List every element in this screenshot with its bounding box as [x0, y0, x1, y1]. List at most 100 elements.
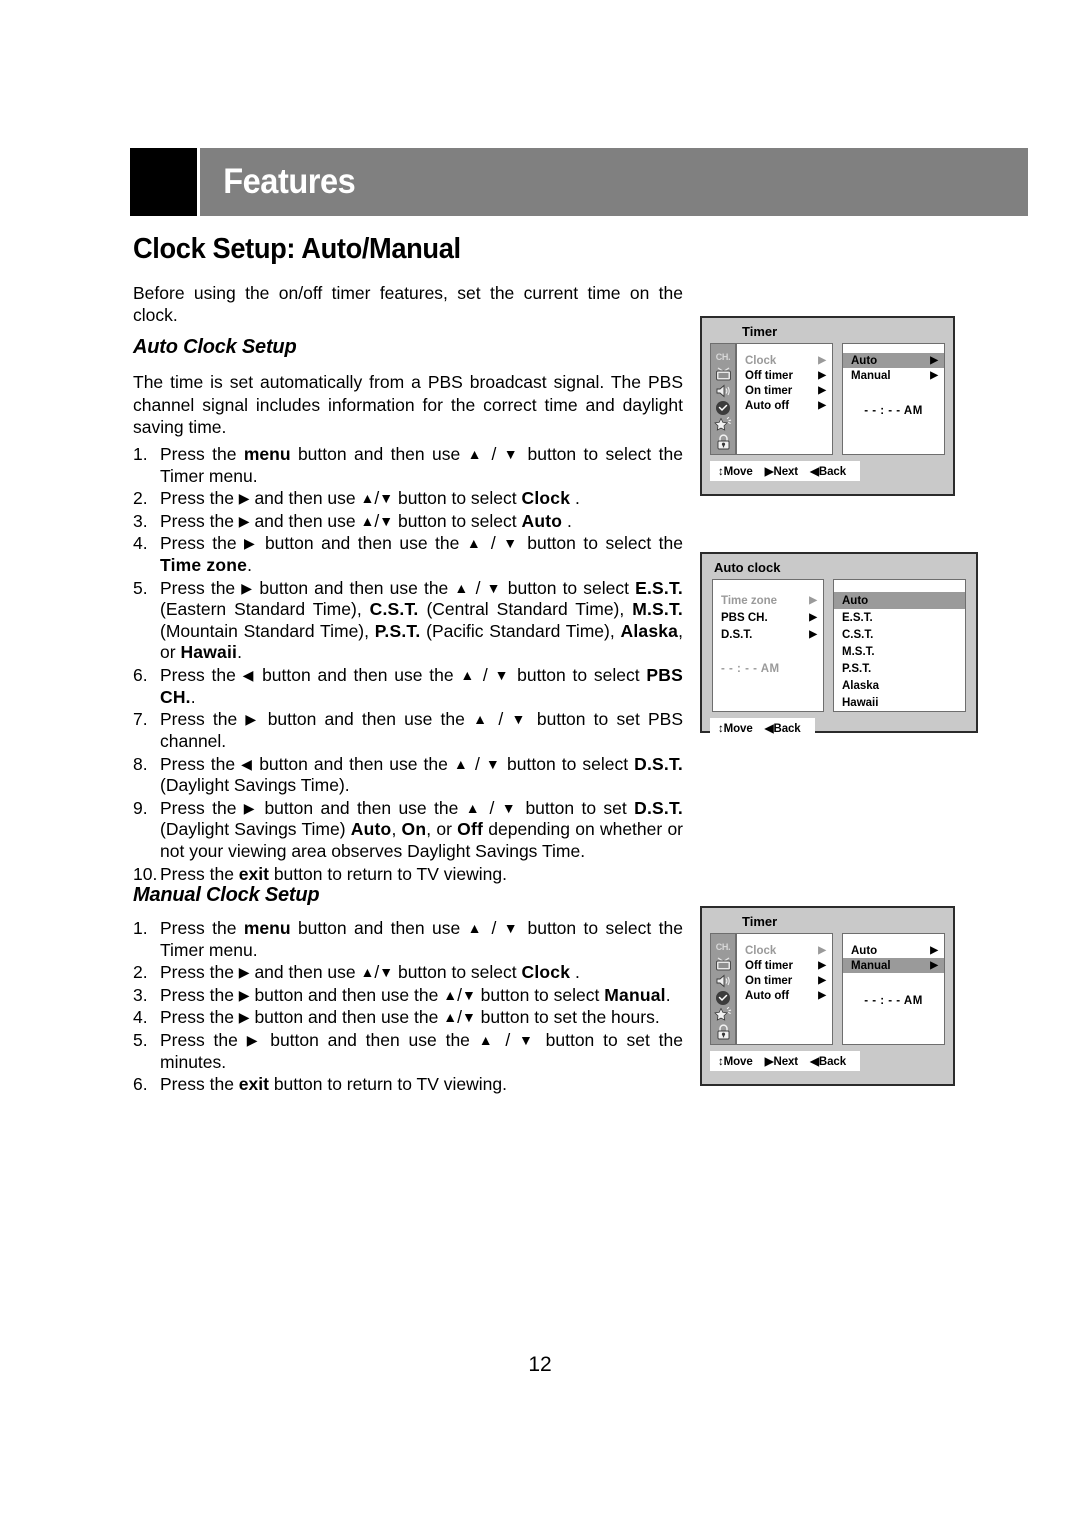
step-text: Press the ◀ button and then use the ▲ / … — [160, 753, 683, 796]
list-item: 10. Press the exit button to return to T… — [133, 864, 683, 886]
osd-menu-item-on-timer[interactable]: On timer ▶ — [737, 383, 832, 398]
osd-time-value: - - : - - AM — [721, 663, 780, 675]
list-item: 8. Press the ◀ button and then use the ▲… — [133, 754, 683, 797]
list-item: 4. Press the ▶ button and then use the ▲… — [133, 533, 683, 576]
osd-option-hawaii[interactable]: Hawaii — [834, 694, 965, 711]
step-number: 3. — [133, 510, 148, 531]
label: Off timer — [745, 369, 793, 382]
tv-icon[interactable] — [714, 955, 733, 972]
osd-option-auto[interactable]: Auto ▶ — [843, 943, 944, 958]
list-item: 2. Press the ▶ and then use ▲/▼ button t… — [133, 488, 683, 510]
clock-icon[interactable] — [714, 989, 733, 1006]
osd-title: Timer — [742, 914, 778, 929]
chevron-right-icon: ▶ — [930, 369, 938, 381]
chevron-right-icon: ▶ — [818, 354, 826, 366]
hint-move: ↕Move — [718, 466, 753, 478]
step-text: Press the exit button to return to TV vi… — [160, 1074, 507, 1095]
speaker-icon[interactable] — [714, 972, 733, 989]
intro-paragraph: Before using the on/off timer features, … — [133, 283, 683, 326]
osd-option-est[interactable]: E.S.T. — [834, 609, 965, 626]
list-item: 3. Press the ▶ button and then use the ▲… — [133, 985, 683, 1007]
tv-icon[interactable] — [714, 365, 733, 382]
list-item: 1. Press the menu button and then use ▲ … — [133, 918, 683, 961]
osd-right-panel: Auto ▶ Manual ▶ - - : - - AM — [842, 933, 945, 1045]
manual-clock-setup-steps: 1. Press the menu button and then use ▲ … — [133, 918, 683, 1097]
label: Clock — [745, 944, 777, 957]
list-item: 5. Press the ▶ button and then use the ▲… — [133, 1030, 683, 1073]
osd-footer-hints: ↕Move ◀Back — [710, 718, 815, 738]
osd-menu-item-auto-off[interactable]: Auto off ▶ — [737, 988, 832, 1003]
ch-icon[interactable]: CH. — [714, 938, 733, 955]
step-number: 4. — [133, 533, 148, 554]
step-text: Press the ◀ button and then use the ▲ / … — [160, 665, 683, 707]
auto-clock-setup-steps: 1. Press the menu button and then use ▲ … — [133, 444, 683, 886]
chevron-right-icon: ▶ — [818, 989, 826, 1001]
step-text: Press the menu button and then use ▲ / ▼… — [160, 444, 683, 486]
step-text: Press the ▶ button and then use the ▲ / … — [160, 533, 683, 576]
osd-menu-item-time-zone[interactable]: Time zone ▶ — [713, 592, 823, 609]
hint-back: ◀Back — [810, 1056, 846, 1068]
clock-icon[interactable] — [714, 399, 733, 416]
step-number: 2. — [133, 488, 148, 509]
label: P.S.T. — [842, 662, 872, 675]
header-black-block — [130, 148, 197, 216]
osd-auto-clock: Auto clock Time zone ▶ PBS CH. ▶ D.S.T. … — [700, 552, 978, 738]
osd-menu-item-off-timer[interactable]: Off timer ▶ — [737, 368, 832, 383]
list-item: 6. Press the ◀ button and then use the ▲… — [133, 665, 683, 708]
osd-left-panel: Clock ▶ Off timer ▶ On timer ▶ Auto off … — [736, 933, 833, 1045]
osd-title: Auto clock — [714, 560, 781, 575]
label: Hawaii — [842, 696, 879, 709]
star-icon[interactable] — [714, 1006, 733, 1023]
osd-option-auto[interactable]: Auto ▶ — [843, 353, 944, 368]
label: M.S.T. — [842, 645, 875, 658]
osd-menu-item-clock[interactable]: Clock ▶ — [737, 943, 832, 958]
step-text: Press the menu button and then use ▲ / ▼… — [160, 918, 683, 960]
step-text: Press the ▶ button and then use the ▲/▼ … — [160, 1007, 660, 1028]
step-number: 6. — [133, 1074, 148, 1095]
ch-icon[interactable]: CH. — [714, 348, 733, 365]
osd-left-panel: Time zone ▶ PBS CH. ▶ D.S.T. ▶ - - : - -… — [712, 579, 824, 712]
osd-menu-item-clock[interactable]: Clock ▶ — [737, 353, 832, 368]
hint-next: ▶Next — [764, 1056, 799, 1068]
list-item: 7. Press the ▶ button and then use the ▲… — [133, 709, 683, 752]
osd-option-manual[interactable]: Manual ▶ — [843, 958, 944, 973]
osd-footer-hints: ↕Move ▶Next ◀Back — [710, 1051, 860, 1071]
manual-clock-setup-heading: Manual Clock Setup — [133, 884, 320, 906]
star-icon[interactable] — [714, 416, 733, 433]
osd-time-value: - - : - - AM — [864, 405, 923, 417]
osd-menu-item-on-timer[interactable]: On timer ▶ — [737, 973, 832, 988]
speaker-icon[interactable] — [714, 382, 733, 399]
osd-menu-item-dst[interactable]: D.S.T. ▶ — [713, 626, 823, 643]
step-text: Press the ▶ and then use ▲/▼ button to s… — [160, 488, 580, 509]
label: Auto off — [745, 399, 790, 412]
step-text: Press the ▶ and then use ▲/▼ button to s… — [160, 962, 580, 983]
chevron-right-icon: ▶ — [809, 594, 817, 606]
osd-option-auto[interactable]: Auto — [834, 592, 965, 609]
panel-spacer — [833, 343, 842, 455]
step-number: 2. — [133, 962, 148, 983]
osd-option-mst[interactable]: M.S.T. — [834, 643, 965, 660]
label: Auto off — [745, 989, 790, 1002]
lock-icon[interactable] — [714, 1023, 733, 1040]
osd-menu-item-off-timer[interactable]: Off timer ▶ — [737, 958, 832, 973]
osd-menu-item-auto-off[interactable]: Auto off ▶ — [737, 398, 832, 413]
osd-timer-auto: Timer CH. Clock ▶ Off timer ▶ On timer ▶… — [700, 316, 955, 496]
osd-option-alaska[interactable]: Alaska — [834, 677, 965, 694]
osd-timer-manual: Timer CH. Clock ▶ Off timer ▶ On timer ▶… — [700, 906, 955, 1086]
label: C.S.T. — [842, 628, 874, 641]
step-text: Press the ▶ button and then use the ▲ / … — [160, 709, 684, 751]
osd-option-pst[interactable]: P.S.T. — [834, 660, 965, 677]
lock-icon[interactable] — [714, 433, 733, 450]
osd-title: Timer — [742, 324, 778, 339]
panel-spacer — [824, 579, 833, 712]
osd-option-manual[interactable]: Manual ▶ — [843, 368, 944, 383]
step-number: 6. — [133, 665, 148, 686]
osd-menu-item-pbs-ch[interactable]: PBS CH. ▶ — [713, 609, 823, 626]
osd-body: Time zone ▶ PBS CH. ▶ D.S.T. ▶ - - : - -… — [702, 579, 976, 712]
osd-option-cst[interactable]: C.S.T. — [834, 626, 965, 643]
osd-body: CH. Clock ▶ Off timer ▶ On timer ▶ Auto … — [702, 343, 953, 455]
osd-footer-hints: ↕Move ▶Next ◀Back — [710, 461, 860, 481]
page-header: Features — [130, 148, 1028, 216]
panel-spacer — [833, 933, 842, 1045]
step-text: Press the ▶ button and then use the ▲/▼ … — [160, 984, 671, 1005]
